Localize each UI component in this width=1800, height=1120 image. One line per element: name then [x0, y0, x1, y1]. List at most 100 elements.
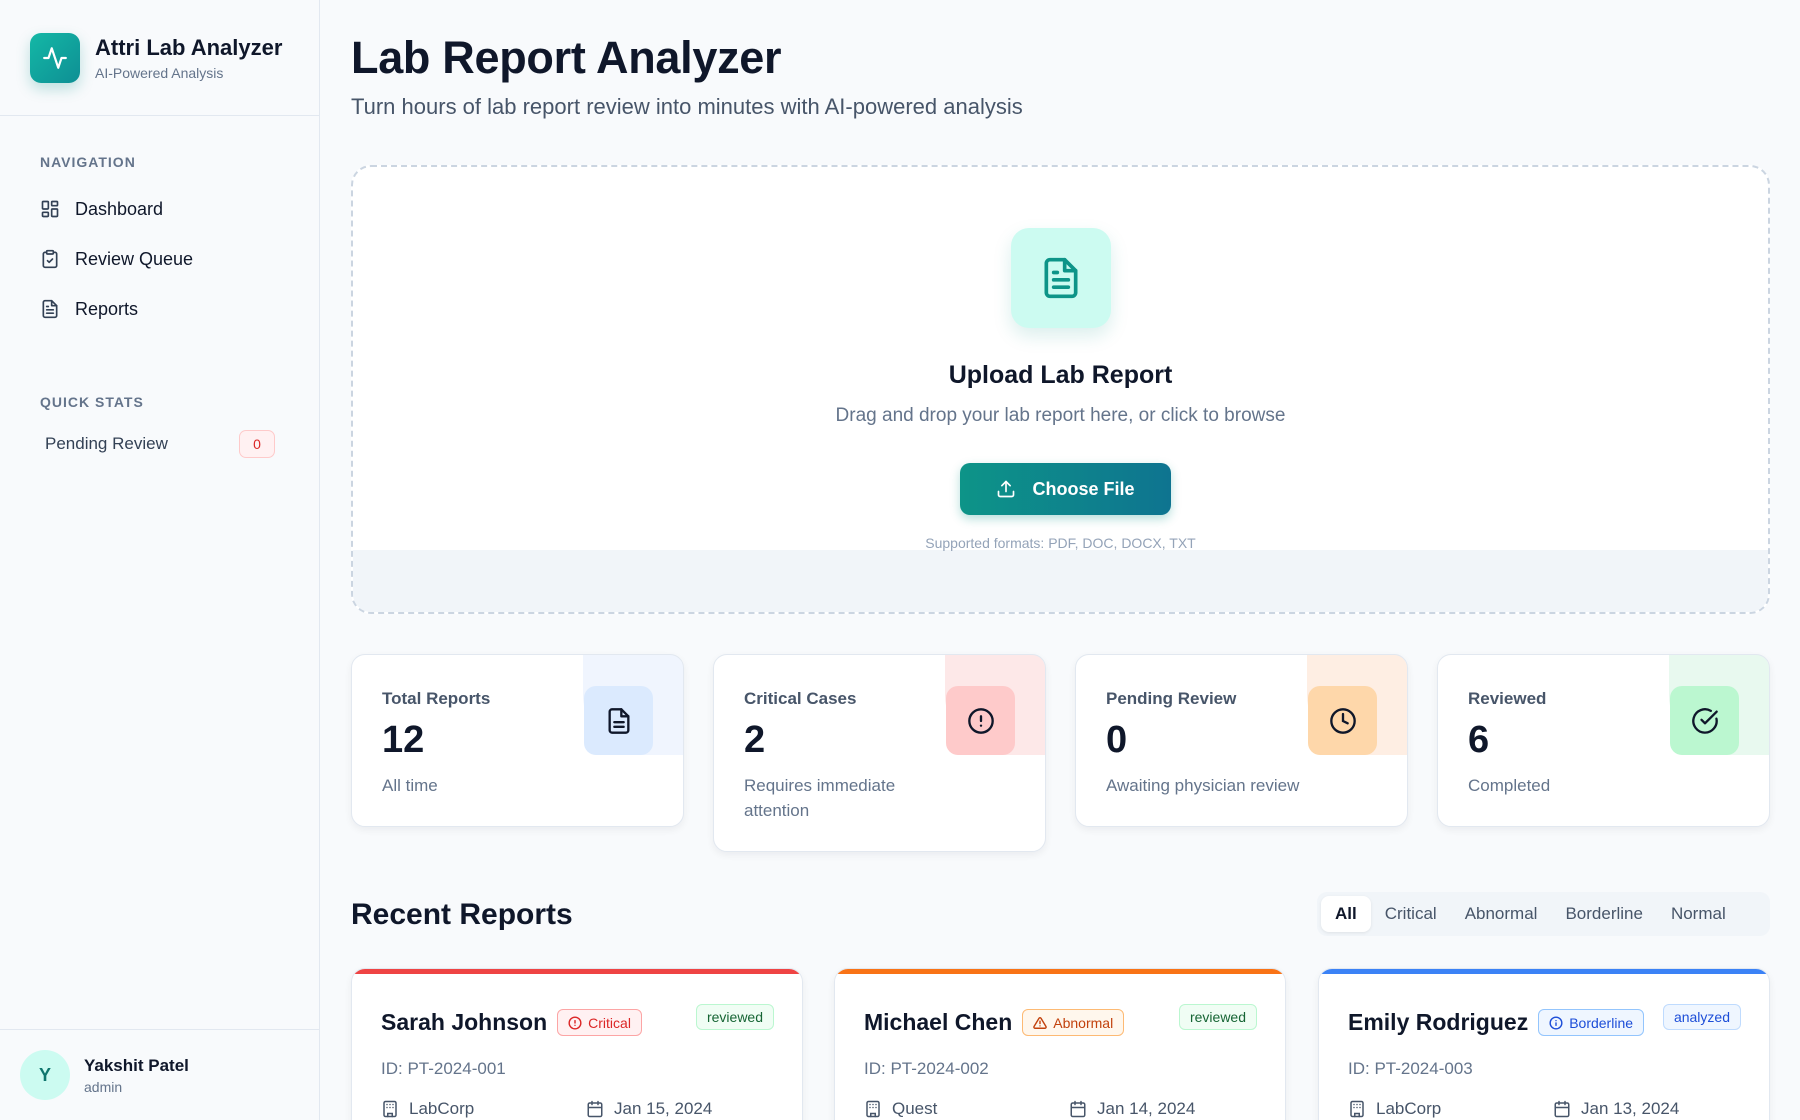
file-text-icon	[584, 686, 653, 755]
stat-label: Reviewed	[1468, 689, 1547, 708]
quick-stat-pending[interactable]: Pending Review 0	[40, 430, 279, 458]
upload-footer-band	[353, 550, 1768, 612]
check-circle-icon	[1670, 686, 1739, 755]
choose-file-label: Choose File	[1032, 478, 1135, 499]
alert-circle-icon	[946, 686, 1015, 755]
patient-id: ID: PT-2024-001	[381, 1059, 506, 1078]
filter-all[interactable]: All	[1321, 896, 1371, 932]
avatar: Y	[20, 1050, 70, 1100]
severity-label: Borderline	[1569, 1014, 1634, 1031]
severity-label: Critical	[588, 1014, 631, 1031]
stat-card-critical-cases: Critical Cases 2 Requires immediate atte…	[713, 654, 1046, 852]
severity-badge: Borderline	[1538, 1009, 1645, 1036]
upload-description: Drag and drop your lab report here, or c…	[835, 405, 1286, 426]
nav-heading: NAVIGATION	[40, 154, 136, 170]
stat-note: Awaiting physician review	[1106, 776, 1300, 795]
user-role: admin	[84, 1078, 123, 1095]
quick-stats-heading: QUICK STATS	[40, 394, 144, 410]
lab-label: Quest	[892, 1099, 938, 1118]
severity-badge: Critical	[557, 1009, 642, 1036]
patient-id: ID: PT-2024-002	[864, 1059, 989, 1078]
stat-label: Total Reports	[382, 689, 491, 708]
patient-name: Emily Rodriguez	[1348, 1009, 1529, 1035]
stat-value: 2	[744, 719, 766, 761]
stat-note: Requires immediate attention	[744, 776, 896, 820]
severity-label: Abnormal	[1053, 1014, 1114, 1031]
upload-dropzone[interactable]: Upload Lab Report Drag and drop your lab…	[351, 165, 1770, 614]
document-icon	[1011, 228, 1111, 328]
sidebar-item-label: Review Queue	[75, 248, 194, 269]
brand-subtitle: AI-Powered Analysis	[95, 64, 224, 81]
calendar-icon	[1553, 1100, 1571, 1118]
stat-label: Pending Review	[1106, 689, 1237, 708]
report-date: Jan 15, 2024	[586, 1099, 712, 1119]
stat-card-total-reports: Total Reports 12 All time	[351, 654, 684, 827]
brand-name: Attri Lab Analyzer	[95, 34, 283, 60]
stat-label: Critical Cases	[744, 689, 857, 708]
upload-title: Upload Lab Report	[948, 361, 1173, 389]
user-profile[interactable]: Y Yakshit Patel admin	[0, 1029, 319, 1120]
filter-borderline[interactable]: Borderline	[1551, 896, 1657, 932]
page-subtitle: Turn hours of lab report review into min…	[351, 94, 1023, 119]
main-content: Lab Report Analyzer Turn hours of lab re…	[320, 0, 1800, 1120]
user-name: Yakshit Patel	[84, 1055, 189, 1075]
report-card[interactable]: Emily Rodriguez Borderline analyzed ID: …	[1318, 968, 1770, 1120]
upload-icon	[996, 479, 1016, 499]
date-label: Jan 15, 2024	[614, 1099, 713, 1118]
report-date: Jan 13, 2024	[1553, 1099, 1679, 1119]
alert-circle-icon	[568, 1015, 582, 1030]
brand[interactable]: Attri Lab Analyzer AI-Powered Analysis	[0, 0, 319, 116]
sidebar-item-label: Dashboard	[75, 198, 164, 219]
sidebar: Attri Lab Analyzer AI-Powered Analysis N…	[0, 0, 320, 1120]
calendar-icon	[586, 1100, 604, 1118]
stat-note: Completed	[1468, 776, 1551, 795]
report-card[interactable]: Michael Chen Abnormal reviewed ID: PT-20…	[834, 968, 1286, 1120]
sidebar-item-dashboard[interactable]: Dashboard	[40, 184, 279, 234]
sidebar-item-label: Reports	[75, 298, 139, 319]
filter-critical[interactable]: Critical	[1371, 896, 1451, 932]
info-icon	[1549, 1015, 1563, 1030]
sidebar-item-reports[interactable]: Reports	[40, 284, 279, 334]
lab-name: Quest	[864, 1099, 937, 1119]
building-icon	[864, 1100, 882, 1118]
lab-label: LabCorp	[409, 1099, 475, 1118]
building-icon	[1348, 1100, 1366, 1118]
date-label: Jan 13, 2024	[1581, 1099, 1680, 1118]
sidebar-item-review-queue[interactable]: Review Queue	[40, 234, 279, 284]
date-label: Jan 14, 2024	[1097, 1099, 1196, 1118]
page-title: Lab Report Analyzer	[351, 32, 782, 83]
alert-triangle-icon	[1033, 1016, 1048, 1030]
report-card[interactable]: Sarah Johnson Critical reviewed ID: PT-2…	[351, 968, 803, 1120]
activity-icon	[30, 32, 80, 83]
pending-count-badge: 0	[239, 430, 275, 458]
report-filter-tabs: All Critical Abnormal Borderline Normal	[1317, 892, 1770, 936]
clipboard-check-icon	[40, 249, 60, 269]
patient-name: Sarah Johnson	[381, 1009, 548, 1035]
card-accent-bar	[352, 969, 802, 974]
lab-name: LabCorp	[381, 1099, 474, 1119]
filter-normal[interactable]: Normal	[1657, 896, 1740, 932]
choose-file-button[interactable]: Choose File	[960, 463, 1171, 515]
stat-note: All time	[382, 776, 438, 795]
patient-id: ID: PT-2024-003	[1348, 1059, 1473, 1078]
report-date: Jan 14, 2024	[1069, 1099, 1195, 1119]
status-badge: reviewed	[695, 1004, 774, 1030]
recent-reports-title: Recent Reports	[351, 898, 573, 931]
status-badge: analyzed	[1662, 1004, 1741, 1030]
stat-card-pending-review: Pending Review 0 Awaiting physician revi…	[1075, 654, 1408, 827]
file-text-icon	[40, 299, 60, 319]
card-accent-bar	[835, 969, 1285, 974]
quick-stat-label: Pending Review	[45, 434, 168, 453]
stats-row: Total Reports 12 All time Critical Cases…	[351, 654, 1770, 854]
grid-icon	[40, 199, 60, 219]
patient-name: Michael Chen	[864, 1009, 1013, 1035]
lab-label: LabCorp	[1376, 1099, 1442, 1118]
severity-badge: Abnormal	[1022, 1009, 1125, 1036]
calendar-icon	[1069, 1100, 1087, 1118]
stat-value: 0	[1106, 719, 1128, 761]
filter-abnormal[interactable]: Abnormal	[1451, 896, 1552, 932]
status-badge: reviewed	[1178, 1004, 1257, 1030]
supported-formats: Supported formats: PDF, DOC, DOCX, TXT	[925, 535, 1196, 551]
stat-card-reviewed: Reviewed 6 Completed	[1437, 654, 1770, 827]
lab-name: LabCorp	[1348, 1099, 1441, 1119]
